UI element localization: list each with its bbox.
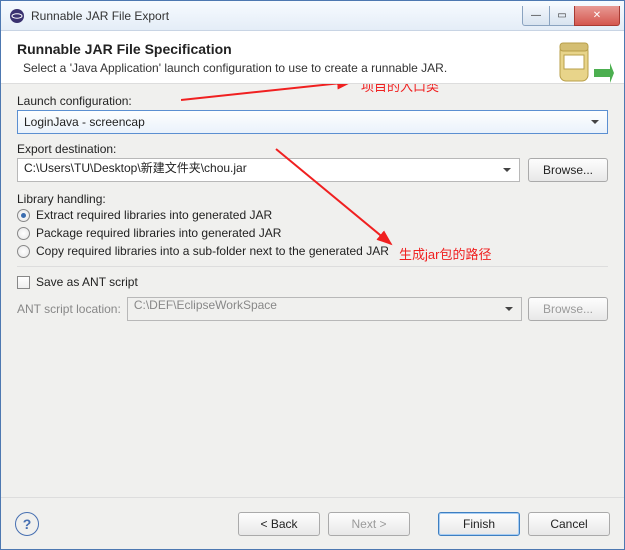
ant-browse-button: Browse...: [528, 297, 608, 321]
radio-label: Package required libraries into generate…: [36, 226, 281, 240]
titlebar[interactable]: Runnable JAR File Export — ▭ ✕: [1, 1, 624, 31]
library-opt-extract[interactable]: Extract required libraries into generate…: [17, 208, 608, 222]
help-button[interactable]: ?: [15, 512, 39, 536]
save-ant-checkbox[interactable]: Save as ANT script: [17, 275, 608, 289]
radio-icon: [17, 209, 30, 222]
next-button: Next >: [328, 512, 410, 536]
library-opt-copy[interactable]: Copy required libraries into a sub-folde…: [17, 244, 608, 258]
radio-label: Copy required libraries into a sub-folde…: [36, 244, 389, 258]
ant-location-value: C:\DEF\EclipseWorkSpace: [134, 298, 277, 312]
close-button[interactable]: ✕: [574, 6, 620, 26]
maximize-button[interactable]: ▭: [549, 6, 575, 26]
back-button[interactable]: < Back: [238, 512, 320, 536]
jar-export-icon: [554, 37, 614, 89]
library-opt-package[interactable]: Package required libraries into generate…: [17, 226, 608, 240]
header-description: Select a 'Java Application' launch confi…: [23, 61, 608, 75]
radio-icon: [17, 245, 30, 258]
button-bar: ? < Back Next > Finish Cancel: [1, 497, 624, 549]
checkbox-icon: [17, 276, 30, 289]
divider: [17, 266, 608, 267]
export-dest-value: C:\Users\TU\Desktop\新建文件夹\chou.jar: [24, 161, 247, 175]
finish-button[interactable]: Finish: [438, 512, 520, 536]
radio-label: Extract required libraries into generate…: [36, 208, 272, 222]
library-handling-label: Library handling:: [17, 192, 608, 206]
header-title: Runnable JAR File Specification: [17, 41, 608, 57]
ant-location-label: ANT script location:: [17, 302, 121, 316]
minimize-button[interactable]: —: [522, 6, 550, 26]
content-area: 项目的入口类 Launch configuration: LoginJava -…: [1, 84, 624, 497]
export-dest-label: Export destination:: [17, 142, 608, 156]
launch-config-value: LoginJava - screencap: [24, 115, 145, 129]
export-dest-input[interactable]: C:\Users\TU\Desktop\新建文件夹\chou.jar: [17, 158, 520, 182]
eclipse-icon: [9, 8, 25, 24]
window-controls: — ▭ ✕: [523, 6, 620, 26]
dialog-window: Runnable JAR File Export — ▭ ✕ Runnable …: [0, 0, 625, 550]
launch-config-label: Launch configuration:: [17, 94, 608, 108]
launch-config-dropdown[interactable]: LoginJava - screencap: [17, 110, 608, 134]
ant-location-input: C:\DEF\EclipseWorkSpace: [127, 297, 522, 321]
checkbox-label: Save as ANT script: [36, 275, 138, 289]
cancel-button[interactable]: Cancel: [528, 512, 610, 536]
window-title: Runnable JAR File Export: [31, 9, 523, 23]
export-browse-button[interactable]: Browse...: [528, 158, 608, 182]
wizard-header: Runnable JAR File Specification Select a…: [1, 31, 624, 84]
radio-icon: [17, 227, 30, 240]
